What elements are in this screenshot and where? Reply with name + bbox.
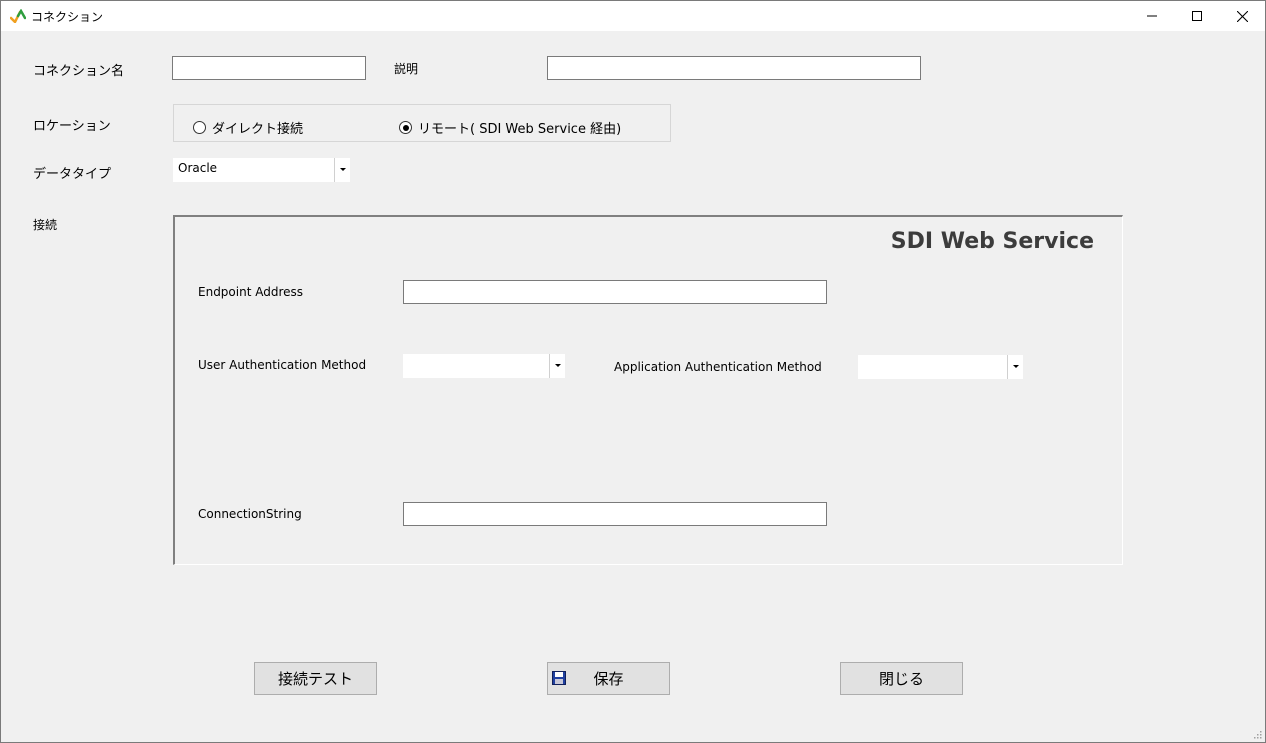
chevron-down-icon[interactable]	[549, 354, 565, 378]
title-bar[interactable]: コネクション	[1, 1, 1265, 31]
app-logo-icon	[10, 9, 26, 23]
app-auth-method-label: Application Authentication Method	[614, 360, 822, 374]
panel-title: SDI Web Service	[890, 229, 1094, 254]
chevron-down-icon[interactable]	[1007, 355, 1023, 379]
chevron-down-icon[interactable]	[334, 158, 350, 182]
connection-name-input[interactable]	[172, 56, 366, 80]
datatype-label: データタイプ	[33, 167, 112, 182]
connection-string-label: ConnectionString	[198, 507, 302, 521]
maximize-button[interactable]	[1174, 1, 1220, 31]
location-label: ロケーション	[33, 119, 111, 134]
user-auth-method-select[interactable]	[403, 354, 565, 378]
description-input[interactable]	[547, 56, 921, 80]
close-label: 閉じる	[878, 670, 924, 688]
datatype-select[interactable]: Oracle	[173, 158, 350, 182]
minimize-icon	[1147, 15, 1157, 17]
save-button[interactable]: 保存	[547, 662, 670, 695]
close-button[interactable]: 閉じる	[840, 662, 963, 695]
radio-direct-connection[interactable]: ダイレクト接続	[193, 118, 303, 137]
connection-test-label: 接続テスト	[277, 670, 353, 688]
location-radio-group: ダイレクト接続 リモート( SDI Web Service 経由)	[173, 104, 671, 142]
floppy-disk-icon	[552, 671, 566, 685]
radio-direct-label: ダイレクト接続	[212, 122, 304, 137]
connection-string-input[interactable]	[403, 502, 827, 526]
close-window-button[interactable]	[1219, 1, 1265, 31]
connection-test-button[interactable]: 接続テスト	[254, 662, 377, 695]
app-auth-method-select[interactable]	[858, 355, 1023, 379]
close-icon	[1236, 10, 1248, 22]
connection-name-label: コネクション名	[33, 64, 125, 79]
radio-button-remote[interactable]	[399, 121, 412, 134]
sdi-web-service-panel: SDI Web Service Endpoint Address User Au…	[173, 215, 1123, 565]
radio-remote-connection[interactable]: リモート( SDI Web Service 経由)	[399, 118, 621, 137]
connection-label: 接続	[33, 218, 58, 232]
resize-grip-icon[interactable]	[1252, 729, 1262, 739]
radio-button-direct[interactable]	[193, 121, 206, 134]
user-auth-method-label: User Authentication Method	[198, 358, 367, 372]
radio-remote-label: リモート( SDI Web Service 経由)	[418, 122, 622, 137]
save-label: 保存	[593, 670, 624, 688]
datatype-selected-value: Oracle	[178, 161, 218, 175]
endpoint-address-input[interactable]	[403, 280, 827, 304]
maximize-icon	[1192, 11, 1202, 21]
window-title: コネクション	[31, 10, 104, 24]
endpoint-address-label: Endpoint Address	[198, 285, 304, 299]
minimize-button[interactable]	[1129, 1, 1175, 31]
description-label: 説明	[394, 62, 419, 76]
connection-window: コネクション コネクション名 説明 ロケーション ダイレクト接続 リモート( S…	[0, 0, 1266, 743]
